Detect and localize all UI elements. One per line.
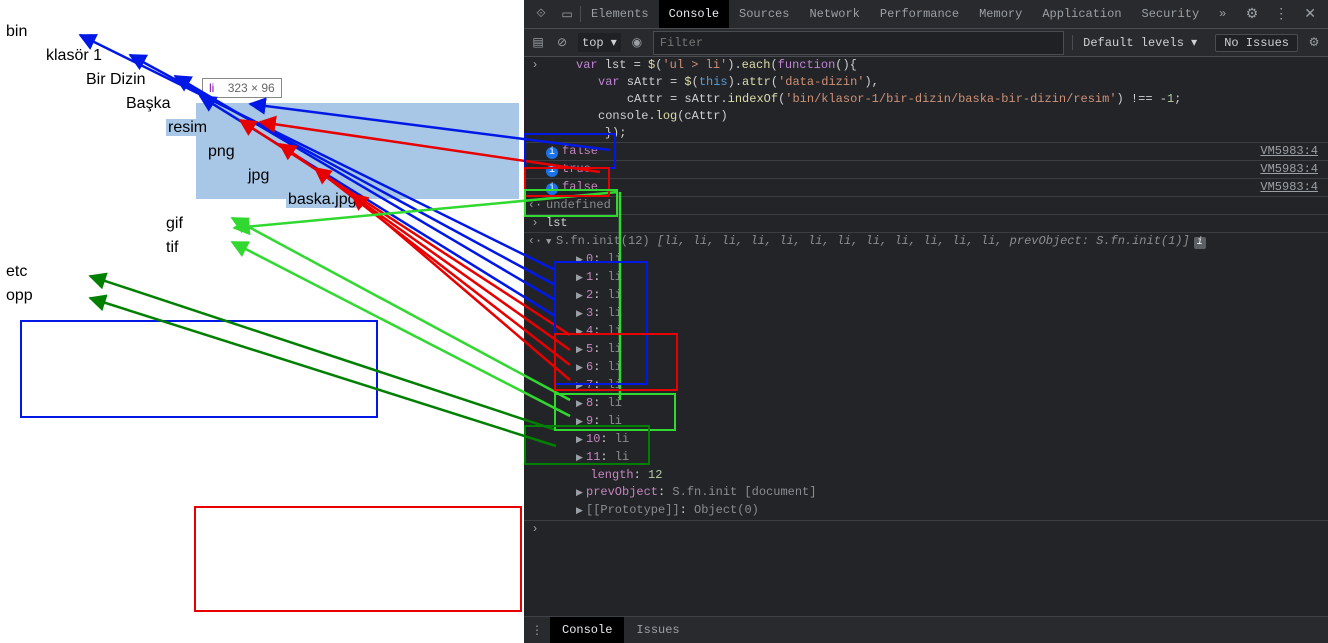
li-label: jpg — [246, 167, 271, 184]
list-item[interactable]: jpg baska.jpg — [246, 164, 524, 212]
device-toggle-icon[interactable]: ▭ — [554, 7, 580, 22]
prompt-icon: › — [524, 216, 546, 231]
prompt-icon: › — [524, 58, 546, 73]
filter-input[interactable] — [653, 31, 1064, 55]
source-link[interactable]: VM5983:4 — [1260, 144, 1328, 159]
log-line[interactable]: itrue — [546, 162, 1260, 177]
tab-network[interactable]: Network — [799, 0, 869, 28]
ul-tree: bin klasör 1 Bir Dizin Başka resim — [0, 0, 524, 308]
li-label: bin — [6, 23, 27, 40]
prompt-input[interactable] — [546, 522, 1328, 537]
tab-security[interactable]: Security — [1132, 0, 1210, 28]
li-label: klasör 1 — [46, 47, 102, 64]
anno-box-lgreen-right-top — [524, 189, 618, 217]
tooltip-dimensions: 323 × 96 — [228, 81, 275, 95]
log-line[interactable]: ifalse — [546, 180, 1260, 195]
caret-icon[interactable] — [546, 234, 554, 250]
source-link[interactable]: VM5983:4 — [1260, 162, 1328, 177]
list-item[interactable]: gif — [166, 212, 524, 236]
anno-box-dgreen-right-list — [524, 425, 650, 465]
li-label: Başka — [126, 95, 170, 112]
code-line: console.log(cAttr) — [546, 109, 1328, 124]
code-line: var lst = $('ul > li').each(function(){ — [546, 58, 1328, 73]
list-item[interactable]: tif — [166, 236, 524, 260]
anno-box-blue-left — [20, 320, 378, 418]
gear-icon[interactable]: ⚙ — [1242, 6, 1263, 23]
log-line[interactable]: ifalse — [546, 144, 1260, 159]
list-item[interactable]: opp — [6, 284, 524, 308]
tab-more[interactable]: » — [1209, 0, 1236, 28]
list-item[interactable]: Başka resim png jpg — [126, 92, 524, 260]
li-label: tif — [166, 239, 178, 256]
inspect-element-icon[interactable]: ⟐ — [528, 7, 554, 21]
tab-application[interactable]: Application — [1032, 0, 1131, 28]
tab-performance[interactable]: Performance — [870, 0, 969, 28]
li-label: etc — [6, 263, 27, 280]
devtools-drawer: ⋮ Console Issues — [524, 616, 1328, 643]
li-label: resim — [166, 119, 209, 136]
drawer-tab-console[interactable]: Console — [550, 617, 624, 643]
code-line: var sAttr = $(this).attr('data-dizin'), — [546, 75, 1328, 90]
drawer-tab-issues[interactable]: Issues — [624, 617, 691, 643]
console-body[interactable]: › var lst = $('ul > li').each(function()… — [524, 57, 1328, 616]
devtools-tabstrip: ⟐ ▭ Elements Console Sources Network Per… — [524, 0, 1328, 29]
tab-memory[interactable]: Memory — [969, 0, 1032, 28]
code-line: cAttr = sAttr.indexOf('bin/klasor-1/bir-… — [546, 92, 1328, 107]
code-line: }); — [546, 126, 1328, 141]
result-icon: ‹· — [524, 234, 546, 250]
kebab-icon[interactable]: ⋮ — [524, 623, 550, 638]
caret-icon[interactable] — [576, 503, 584, 519]
context-selector[interactable]: top ▾ — [578, 33, 621, 52]
kebab-icon[interactable]: ⋮ — [1270, 6, 1292, 23]
li-label: gif — [166, 215, 183, 232]
gear-icon[interactable]: ⚙ — [1306, 35, 1322, 50]
obj-prop[interactable]: prevObject: S.fn.init [document] — [546, 485, 1328, 501]
list-item[interactable]: klasör 1 Bir Dizin Başka resim png — [46, 44, 524, 260]
tab-elements[interactable]: Elements — [581, 0, 659, 28]
anno-box-blue-right-top — [524, 133, 616, 169]
log-line: undefined — [546, 198, 1328, 213]
prompt-icon: › — [524, 522, 546, 537]
list-item[interactable]: resim png jpg baska.jpg — [166, 116, 524, 212]
tooltip-tag: li — [209, 81, 214, 95]
li-label: baska.jpg — [286, 191, 359, 208]
code-line: lst — [546, 216, 1328, 231]
issues-badge[interactable]: No Issues — [1215, 34, 1298, 52]
list-item[interactable]: bin klasör 1 Bir Dizin Başka resim — [6, 20, 524, 260]
live-expression-icon[interactable]: ◉ — [629, 35, 645, 50]
log-levels[interactable]: Default levels ▾ — [1072, 35, 1207, 50]
anno-box-red-right-list — [554, 333, 678, 391]
devtools-pane: ⟐ ▭ Elements Console Sources Network Per… — [524, 0, 1328, 643]
sidebar-toggle-icon[interactable]: ▤ — [530, 35, 546, 50]
anno-box-red-left — [194, 506, 522, 612]
li-label: png — [206, 143, 237, 160]
log-line[interactable]: S.fn.init(12) [li, li, li, li, li, li, l… — [546, 234, 1328, 250]
list-item[interactable]: etc — [6, 260, 524, 284]
obj-prop[interactable]: length: 12 — [546, 468, 1328, 483]
tab-console[interactable]: Console — [659, 0, 729, 28]
list-item[interactable]: baska.jpg — [286, 188, 524, 212]
app-root: li 323 × 96 bin klasör 1 Bir Dizin Başka… — [0, 0, 1328, 643]
li-label: opp — [6, 287, 33, 304]
obj-prop[interactable]: [[Prototype]]: Object(0) — [546, 503, 1328, 519]
caret-icon[interactable] — [576, 485, 584, 501]
clear-console-icon[interactable]: ⊘ — [554, 35, 570, 50]
tab-sources[interactable]: Sources — [729, 0, 799, 28]
info-icon[interactable]: i — [1194, 237, 1206, 249]
source-link[interactable]: VM5983:4 — [1260, 180, 1328, 195]
li-label: Bir Dizin — [86, 71, 146, 88]
inspect-tooltip: li 323 × 96 — [202, 78, 282, 98]
console-toolbar: ▤ ⊘ top ▾ ◉ Default levels ▾ No Issues ⚙ — [524, 29, 1328, 57]
page-pane[interactable]: li 323 × 96 bin klasör 1 Bir Dizin Başka… — [0, 0, 524, 643]
list-item[interactable]: Bir Dizin Başka resim png — [86, 68, 524, 260]
close-icon[interactable]: ✕ — [1300, 6, 1320, 23]
list-item[interactable]: png jpg baska.jpg — [206, 140, 524, 212]
